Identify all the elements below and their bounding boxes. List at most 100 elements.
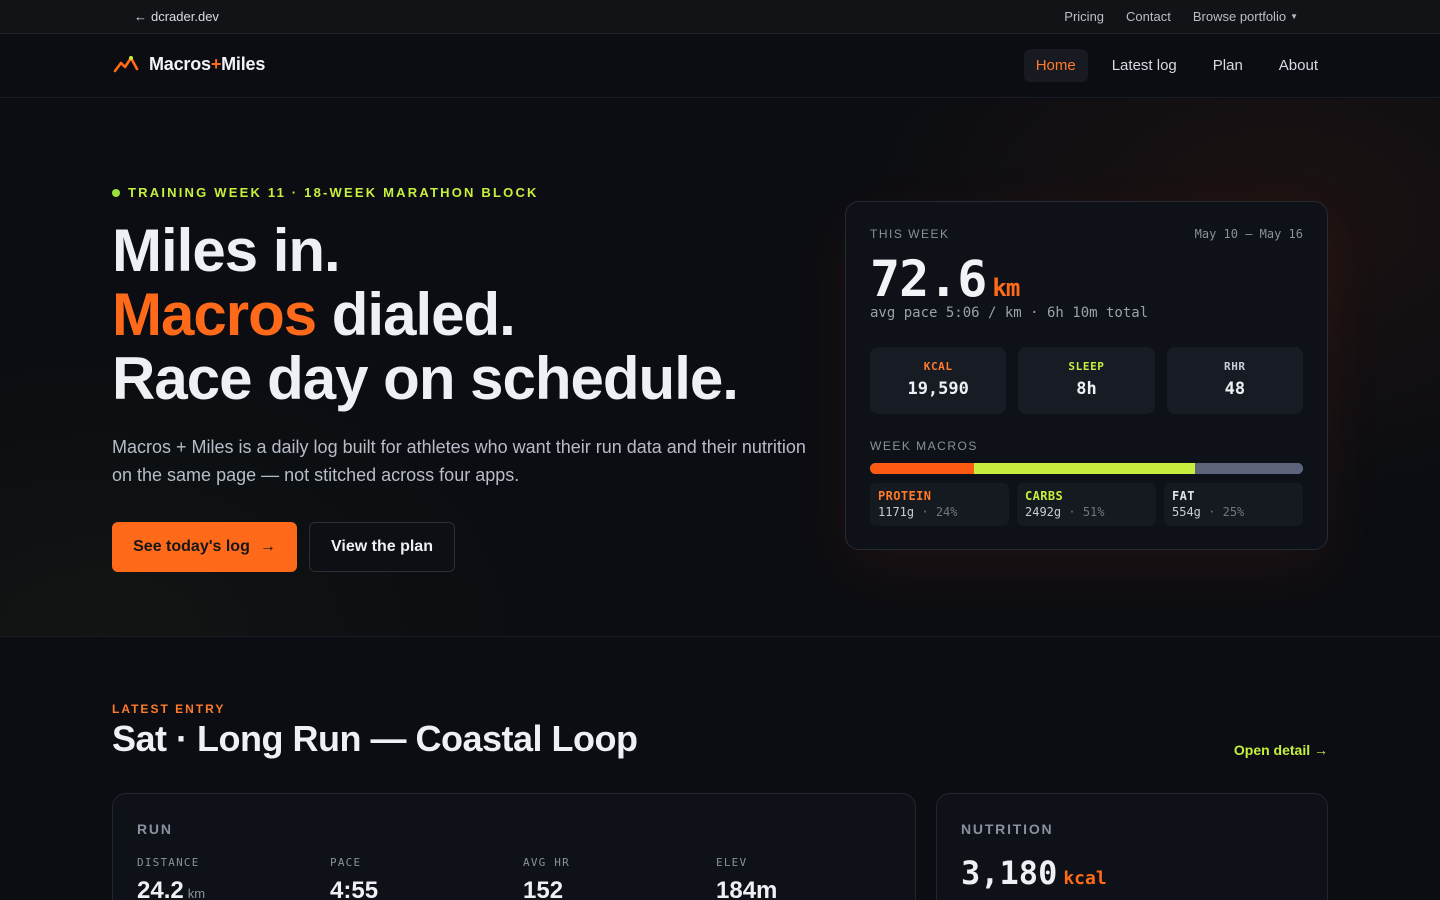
run-panel-title: RUN (137, 821, 173, 837)
open-detail-link[interactable]: Open detail → (1234, 742, 1328, 758)
headline-line-2: Macros dialed. (112, 283, 738, 347)
macro-bar-segment-carbs (973, 463, 1195, 474)
week-date-range: May 10 – May 16 (1194, 227, 1303, 241)
nav-about[interactable]: About (1267, 49, 1330, 82)
macro-protein-grams: 1171g (878, 505, 915, 519)
headline-line-2-rest: dialed. (316, 281, 516, 348)
stat-kcal-label: KCAL (923, 360, 953, 373)
macro-bar-segment-fat (1194, 463, 1303, 474)
open-detail-label: Open detail (1233, 742, 1311, 758)
week-distance-value: 72.6 (870, 250, 987, 308)
nav-links: Home Latest log Plan About (1023, 49, 1330, 82)
macro-protein-label: PROTEIN (878, 489, 932, 503)
brand-name: Macros+Miles (149, 54, 265, 75)
browse-portfolio-dropdown[interactable]: Browse portfolio ▼ (1193, 9, 1298, 24)
back-link[interactable]: ← dcrader.dev (134, 9, 219, 24)
arrow-right-icon: → (259, 538, 276, 555)
run-stat-distance: DISTANCE 24.2 km (137, 856, 330, 900)
week-card-label: THIS WEEK (870, 227, 950, 241)
contact-link[interactable]: Contact (1126, 9, 1171, 24)
run-stat-hr-label: AVG HR (523, 856, 570, 869)
run-stats: DISTANCE 24.2 km PACE 4:55 AVG HR 152 ELE… (137, 856, 909, 900)
nav-latest-log[interactable]: Latest log (1100, 49, 1189, 82)
utility-bar: ← dcrader.dev Pricing Contact Browse por… (0, 0, 1440, 34)
hero-eyebrow-text: TRAINING WEEK 11 · 18-WEEK MARATHON BLOC… (128, 185, 539, 200)
headline-line-1: Miles in. (112, 217, 341, 284)
nav-home[interactable]: Home (1023, 49, 1088, 82)
pricing-link[interactable]: Pricing (1064, 9, 1104, 24)
macro-breakdown: PROTEIN 1171g · 24% CARBS 2492g · 51% FA… (870, 483, 1303, 526)
run-stat-elev-label: ELEV (716, 856, 748, 869)
macro-carbs-pct: 51% (1082, 505, 1105, 519)
macro-protein-value: 1171g · 24% (878, 505, 1001, 519)
latest-entry-eyebrow: LATEST ENTRY (112, 702, 226, 716)
week-distance-unit: km (992, 274, 1020, 302)
macro-fat: FAT 554g · 25% (1164, 483, 1303, 526)
back-link-label: dcrader.dev (151, 9, 219, 24)
stat-rhr: RHR 48 (1166, 347, 1303, 414)
status-dot-icon (112, 188, 120, 197)
stat-rhr-label: RHR (1223, 360, 1246, 373)
utility-links: Pricing Contact Browse portfolio ▼ (1064, 9, 1298, 24)
macro-protein-sep: · (921, 505, 929, 519)
run-stat-distance-value: 24.2 km (137, 877, 330, 900)
run-panel: RUN DISTANCE 24.2 km PACE 4:55 AVG HR 152… (112, 793, 916, 900)
stat-sleep: SLEEP 8h (1018, 347, 1155, 414)
run-stat-pace: PACE 4:55 (330, 856, 523, 900)
week-distance: 72.6 km (870, 250, 1020, 308)
stat-kcal-value: 19,590 (907, 379, 969, 399)
macro-split-bar (870, 463, 1303, 474)
headline-line-3: Race day on schedule. (112, 345, 739, 412)
run-stat-elev: ELEV 184m (716, 856, 909, 900)
main-nav: Macros+Miles Home Latest log Plan About (0, 34, 1440, 98)
nutrition-panel: NUTRITION 3,180 kcal (936, 793, 1328, 900)
nutrition-panel-title: NUTRITION (961, 821, 1054, 837)
macro-protein: PROTEIN 1171g · 24% (870, 483, 1009, 526)
browse-portfolio-label: Browse portfolio (1192, 9, 1287, 24)
see-todays-log-button[interactable]: See today's log → (112, 522, 297, 572)
nutrition-kcal: 3,180 kcal (961, 854, 1107, 892)
run-stat-elev-value: 184m (716, 877, 778, 900)
stat-sleep-label: SLEEP (1068, 360, 1105, 373)
brand-name-plus: + (210, 54, 222, 74)
brand-logo[interactable]: Macros+Miles (113, 54, 265, 75)
hero-eyebrow: TRAINING WEEK 11 · 18-WEEK MARATHON BLOC… (112, 185, 539, 200)
latest-entry-title: Sat · Long Run — Coastal Loop (112, 718, 638, 759)
nutrition-kcal-value: 3,180 (961, 854, 1058, 892)
hero-lede: Macros + Miles is a daily log built for … (112, 437, 806, 485)
run-stat-hr-value: 152 (523, 877, 564, 900)
headline-accent: Macros (112, 281, 317, 348)
macro-fat-label: FAT (1172, 489, 1195, 503)
stat-rhr-value: 48 (1224, 379, 1246, 399)
run-stat-pace-label: PACE (330, 856, 362, 869)
stat-kcal: KCAL 19,590 (870, 347, 1007, 414)
mountain-logo-icon (113, 55, 139, 72)
brand-name-miles: Miles (221, 54, 266, 74)
macro-fat-value: 554g · 25% (1172, 505, 1295, 519)
run-stat-hr: AVG HR 152 (523, 856, 716, 900)
hero-section: TRAINING WEEK 11 · 18-WEEK MARATHON BLOC… (0, 99, 1440, 637)
macro-carbs-label: CARBS (1025, 489, 1064, 503)
week-macros-label: WEEK MACROS (870, 439, 978, 453)
run-distance-unit: km (187, 886, 206, 900)
macro-protein-pct: 24% (935, 505, 958, 519)
macro-carbs-sep: · (1068, 505, 1076, 519)
macro-fat-sep: · (1208, 505, 1216, 519)
nutrition-kcal-unit: kcal (1063, 868, 1107, 889)
week-summary-card: THIS WEEK May 10 – May 16 72.6 km avg pac… (845, 201, 1328, 550)
hero-headline: Miles in. Macros dialed. Race day on sch… (112, 217, 739, 412)
macro-fat-pct: 25% (1222, 505, 1245, 519)
run-stat-distance-label: DISTANCE (137, 856, 200, 869)
macro-carbs-value: 2492g · 51% (1025, 505, 1148, 519)
macro-carbs: CARBS 2492g · 51% (1017, 483, 1156, 526)
view-plan-button[interactable]: View the plan (309, 522, 455, 572)
week-summary: avg pace 5:06 / km · 6h 10m total (870, 305, 1149, 321)
macro-fat-grams: 554g (1172, 505, 1201, 519)
see-todays-log-label: See today's log (133, 538, 250, 555)
arrow-left-icon: ← (134, 9, 147, 24)
run-distance-number: 24.2 (137, 877, 184, 900)
caret-down-icon: ▼ (1290, 12, 1298, 21)
nav-plan[interactable]: Plan (1201, 49, 1255, 82)
macro-bar-segment-protein (870, 463, 974, 474)
macro-carbs-grams: 2492g (1025, 505, 1062, 519)
